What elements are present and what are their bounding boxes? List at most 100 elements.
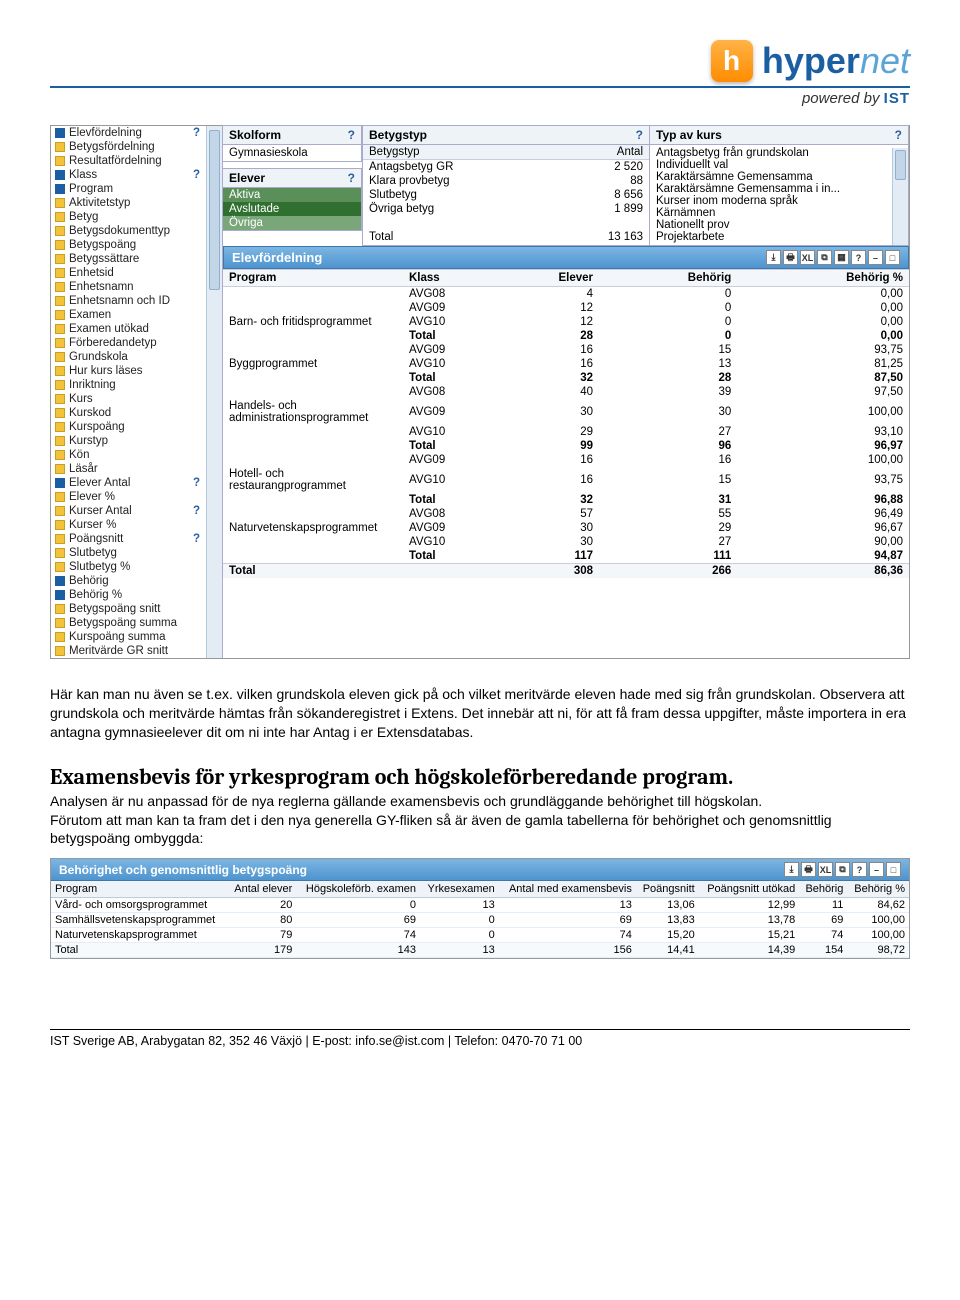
- betygstyp-col-b[interactable]: Antal: [555, 145, 649, 160]
- th-behorigpct[interactable]: Behörig %: [737, 270, 909, 287]
- sidebar-item[interactable]: Examen utökad: [51, 322, 222, 336]
- elever-option-avslutade[interactable]: Avslutade: [223, 202, 361, 216]
- sidebar-item[interactable]: Meritvärde GR snitt: [51, 644, 222, 658]
- typkurs-row[interactable]: Karaktärsämne Gemensamma: [656, 171, 890, 183]
- typkurs-row[interactable]: Individuellt val: [656, 159, 890, 171]
- sidebar-item[interactable]: Hur kurs läses: [51, 364, 222, 378]
- brand-word-b: net: [860, 40, 910, 81]
- help-icon[interactable]: ?: [348, 128, 355, 142]
- t2-header[interactable]: Behörig %: [847, 881, 909, 898]
- typkurs-row[interactable]: Kurser inom moderna språk: [656, 195, 890, 207]
- t2-header[interactable]: Yrkesexamen: [420, 881, 499, 898]
- sidebar-item[interactable]: Kurspoäng: [51, 420, 222, 434]
- sidebar-item[interactable]: Betyg: [51, 210, 222, 224]
- print-icon[interactable]: 🖶: [801, 862, 816, 877]
- cell-behorigpct: 100,00: [737, 453, 909, 467]
- xl-icon[interactable]: XL: [800, 250, 815, 265]
- sidebar-item[interactable]: Behörig %: [51, 588, 222, 602]
- sidebar-item[interactable]: Enhetsnamn: [51, 280, 222, 294]
- cell-behorigpct: 87,50: [737, 371, 909, 385]
- table-row: Hotell- och restaurangprogrammetAVG10161…: [223, 467, 909, 493]
- sidebar-item[interactable]: Kurskod: [51, 406, 222, 420]
- help-icon[interactable]: ?: [193, 169, 200, 181]
- t2-header[interactable]: Program: [51, 881, 227, 898]
- sidebar-item[interactable]: Program: [51, 182, 222, 196]
- sidebar-item[interactable]: Enhetsid: [51, 266, 222, 280]
- help-icon[interactable]: ?: [193, 127, 200, 139]
- sidebar-item-label: Betygsfördelning: [69, 141, 155, 153]
- sidebar-scrollbar[interactable]: [206, 126, 222, 658]
- table-icon[interactable]: ▦: [834, 250, 849, 265]
- cell-elever: 12: [483, 315, 599, 329]
- elever-option-ovriga[interactable]: Övriga: [223, 216, 361, 230]
- export-icon[interactable]: ⤓: [766, 250, 781, 265]
- sidebar-item[interactable]: Kurspoäng summa: [51, 630, 222, 644]
- sidebar-item[interactable]: Betygspoäng: [51, 238, 222, 252]
- help-icon[interactable]: ?: [636, 128, 643, 142]
- sidebar-item[interactable]: Betygspoäng snitt: [51, 602, 222, 616]
- sidebar-item[interactable]: Elever Antal?: [51, 476, 222, 490]
- sidebar-item[interactable]: Enhetsnamn och ID: [51, 294, 222, 308]
- betyg-row-n: 8 656: [555, 188, 649, 202]
- help-icon[interactable]: ?: [852, 862, 867, 877]
- sidebar-item[interactable]: Kurstyp: [51, 434, 222, 448]
- copy-icon[interactable]: ⧉: [835, 862, 850, 877]
- help-icon[interactable]: ?: [348, 171, 355, 185]
- betygstyp-col-a[interactable]: Betygstyp: [363, 145, 555, 160]
- panel-typkurs-title: Typ av kurs: [656, 128, 722, 142]
- th-behorig[interactable]: Behörig: [599, 270, 737, 287]
- copy-icon[interactable]: ⧉: [817, 250, 832, 265]
- typkurs-row[interactable]: Nationellt prov: [656, 219, 890, 231]
- sidebar-item[interactable]: Slutbetyg: [51, 546, 222, 560]
- typkurs-scrollbar[interactable]: [892, 148, 908, 245]
- sidebar-item[interactable]: Kurser %: [51, 518, 222, 532]
- help-icon[interactable]: ?: [193, 505, 200, 517]
- t2-header[interactable]: Högskoleförb. examen: [296, 881, 420, 898]
- sidebar-item[interactable]: Förberedandetyp: [51, 336, 222, 350]
- maximize-icon[interactable]: □: [885, 250, 900, 265]
- typkurs-row[interactable]: Projektarbete: [656, 231, 890, 243]
- t2-header[interactable]: Antal elever: [227, 881, 296, 898]
- th-elever[interactable]: Elever: [483, 270, 599, 287]
- typkurs-row[interactable]: Kärnämnen: [656, 207, 890, 219]
- minimize-icon[interactable]: –: [869, 862, 884, 877]
- sidebar-item[interactable]: Inriktning: [51, 378, 222, 392]
- sidebar-item[interactable]: Grundskola: [51, 350, 222, 364]
- t2-header[interactable]: Behörig: [799, 881, 847, 898]
- sidebar-item[interactable]: Examen: [51, 308, 222, 322]
- elever-option-aktiva[interactable]: Aktiva: [223, 188, 361, 202]
- sidebar-item[interactable]: Betygsdokumenttyp: [51, 224, 222, 238]
- maximize-icon[interactable]: □: [886, 862, 901, 877]
- help-icon[interactable]: ?: [851, 250, 866, 265]
- sidebar-item[interactable]: Aktivitetstyp: [51, 196, 222, 210]
- help-icon[interactable]: ?: [193, 533, 200, 545]
- xl-icon[interactable]: XL: [818, 862, 833, 877]
- t2-header[interactable]: Poängsnitt: [636, 881, 699, 898]
- help-icon[interactable]: ?: [193, 477, 200, 489]
- sidebar-item[interactable]: Kurs: [51, 392, 222, 406]
- sidebar-item[interactable]: Resultatfördelning: [51, 154, 222, 168]
- sidebar-item[interactable]: Betygssättare: [51, 252, 222, 266]
- export-icon[interactable]: ⤓: [784, 862, 799, 877]
- sidebar-item[interactable]: Betygspoäng summa: [51, 616, 222, 630]
- minimize-icon[interactable]: –: [868, 250, 883, 265]
- sidebar-item[interactable]: Klass?: [51, 168, 222, 182]
- sidebar-item[interactable]: Kön: [51, 448, 222, 462]
- sidebar-item[interactable]: Läsår: [51, 462, 222, 476]
- help-icon[interactable]: ?: [895, 128, 902, 142]
- typkurs-row[interactable]: Karaktärsämne Gemensamma i in...: [656, 183, 890, 195]
- sidebar-item[interactable]: Behörig: [51, 574, 222, 588]
- sidebar-item[interactable]: Kurser Antal?: [51, 504, 222, 518]
- sidebar-item[interactable]: Poängsnitt?: [51, 532, 222, 546]
- sidebar-item[interactable]: Betygsfördelning: [51, 140, 222, 154]
- th-klass[interactable]: Klass: [403, 270, 483, 287]
- print-icon[interactable]: 🖶: [783, 250, 798, 265]
- sidebar-item[interactable]: Elever %: [51, 490, 222, 504]
- sidebar-item[interactable]: Slutbetyg %: [51, 560, 222, 574]
- typkurs-row[interactable]: Antagsbetyg från grundskolan: [656, 147, 890, 159]
- cell-klass: AVG09: [403, 399, 483, 425]
- sidebar-item[interactable]: Elevfördelning?: [51, 126, 222, 140]
- t2-header[interactable]: Poängsnitt utökad: [699, 881, 800, 898]
- t2-header[interactable]: Antal med examensbevis: [499, 881, 636, 898]
- th-program[interactable]: Program: [223, 270, 403, 287]
